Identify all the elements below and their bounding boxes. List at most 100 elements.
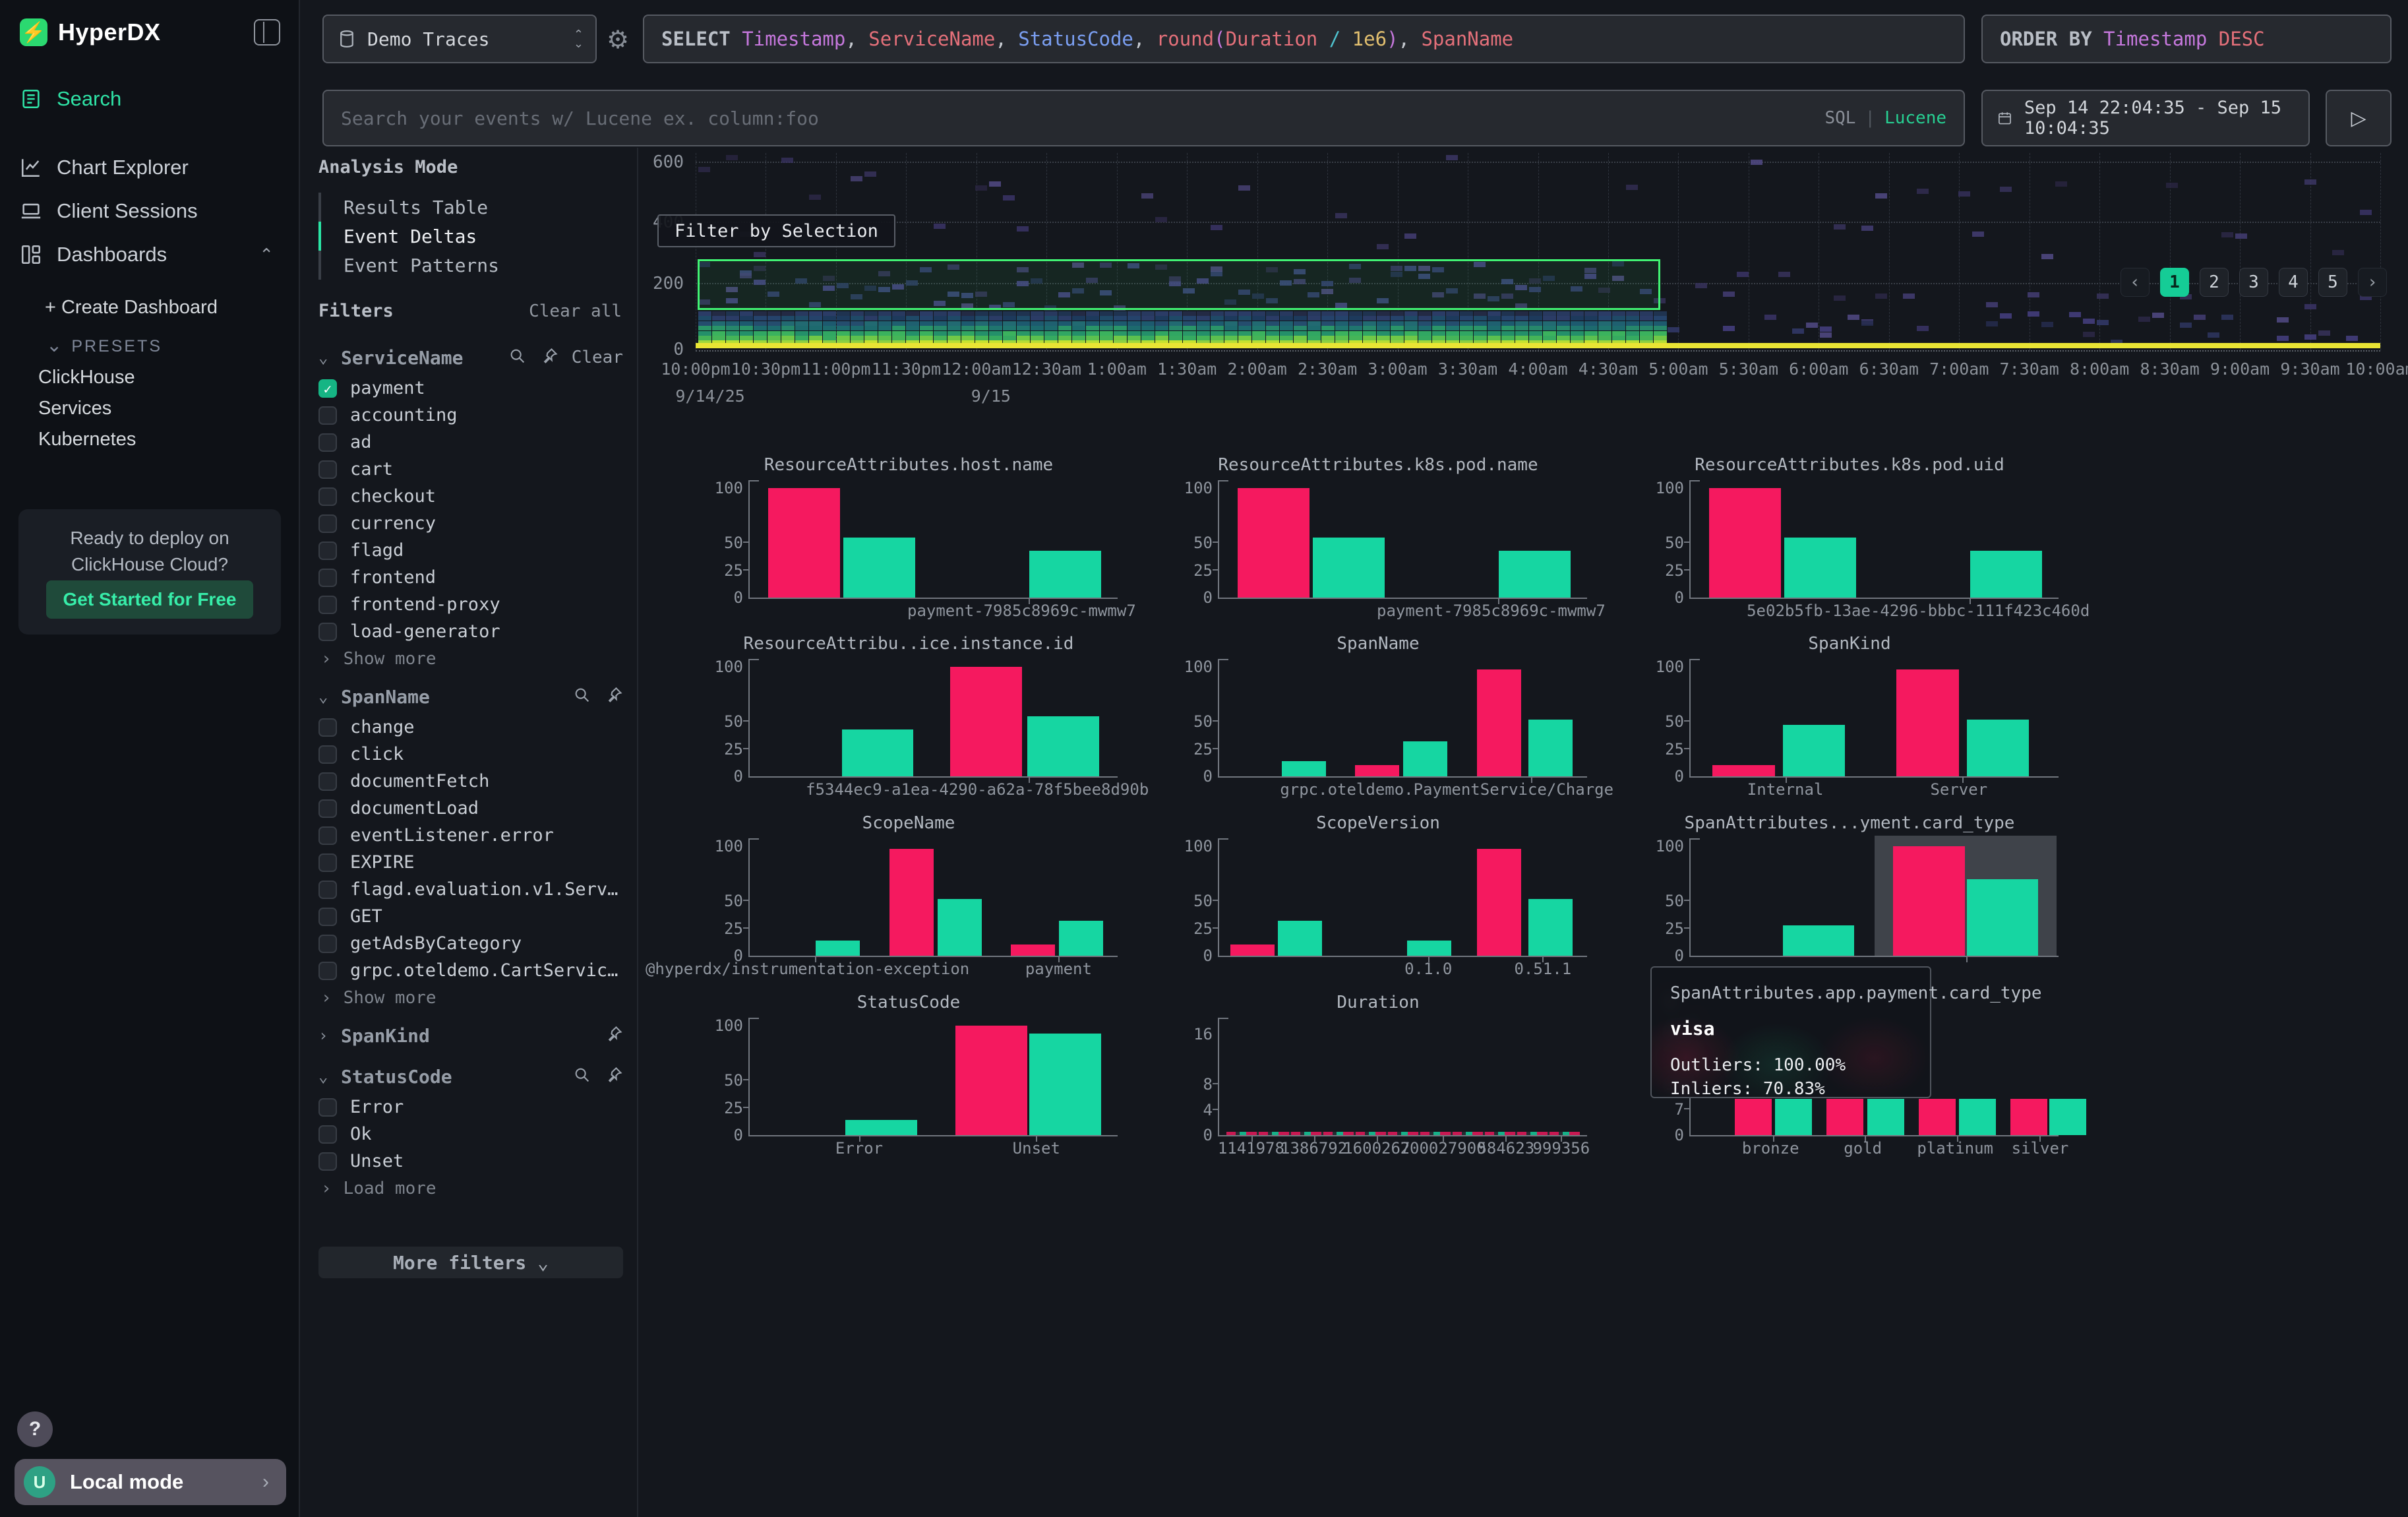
- checkbox-unchecked[interactable]: [318, 487, 337, 506]
- checkbox-unchecked[interactable]: [318, 935, 337, 953]
- filter-option-load-generator[interactable]: load-generator: [318, 618, 623, 645]
- filter-option-documentload[interactable]: documentLoad: [318, 795, 623, 822]
- presets-toggle[interactable]: ⌄PRESETS: [46, 334, 162, 357]
- gear-icon[interactable]: ⚙: [607, 25, 629, 55]
- inlier-bar[interactable]: [1528, 720, 1573, 776]
- heatmap-plot[interactable]: [696, 153, 2380, 350]
- show-more-button[interactable]: ›Show more: [318, 645, 623, 673]
- chevron-down-icon[interactable]: ⌄: [318, 1067, 341, 1086]
- filter-option-grpc-oteldemo-cartservic-[interactable]: grpc.oteldemo.CartServic…: [318, 957, 623, 984]
- outlier-bar[interactable]: [1893, 846, 1965, 956]
- filter-option-change[interactable]: change: [318, 714, 623, 741]
- inlier-bar[interactable]: [1407, 941, 1451, 956]
- inlier-bar[interactable]: [845, 1120, 917, 1135]
- inlier-bar[interactable]: [2049, 1099, 2086, 1135]
- outlier-bar[interactable]: [2010, 1099, 2047, 1135]
- filter-option-getadsbycategory[interactable]: getAdsByCategory: [318, 930, 623, 957]
- inlier-bar[interactable]: [1967, 720, 2030, 776]
- outlier-bar[interactable]: [950, 667, 1022, 776]
- filter-option-unset[interactable]: Unset: [318, 1148, 623, 1175]
- checkbox-unchecked[interactable]: [318, 745, 337, 764]
- sidebar-item-chart-explorer[interactable]: Chart Explorer: [20, 153, 280, 182]
- page-button-2[interactable]: 2: [2200, 268, 2229, 297]
- inlier-bar[interactable]: [816, 941, 860, 956]
- pin-trigger[interactable]: [540, 347, 558, 368]
- run-query-button[interactable]: ▷: [2326, 90, 2392, 146]
- sidebar-item-dashboards[interactable]: Dashboards⌃: [20, 240, 280, 269]
- sql-select-editor[interactable]: SELECT Timestamp, ServiceName, StatusCod…: [643, 15, 1965, 63]
- checkbox-unchecked[interactable]: [318, 569, 337, 587]
- inlier-bar[interactable]: [1528, 899, 1573, 956]
- checkbox-unchecked[interactable]: [318, 514, 337, 533]
- inlier-bar[interactable]: [1499, 551, 1571, 598]
- sidebar-collapse-icon[interactable]: [254, 19, 280, 46]
- sql-toggle[interactable]: SQL: [1824, 108, 1855, 128]
- filter-option-click[interactable]: click: [318, 741, 623, 768]
- filter-option-flagd-evaluation-v1-serv-[interactable]: flagd.evaluation.v1.Serv…: [318, 876, 623, 903]
- outlier-bar[interactable]: [768, 488, 840, 598]
- inlier-bar[interactable]: [1784, 538, 1856, 598]
- inlier-bar[interactable]: [938, 899, 982, 956]
- inlier-bar[interactable]: [1967, 879, 2039, 956]
- filter-group-header-spanname[interactable]: ⌄SpanName: [318, 679, 623, 714]
- inlier-bar[interactable]: [1959, 1099, 1996, 1135]
- checkbox-unchecked[interactable]: [318, 460, 337, 479]
- source-select[interactable]: Demo Traces ⌃⌄: [322, 15, 597, 63]
- filter-group-header-spankind[interactable]: ›SpanKind: [318, 1018, 623, 1053]
- inlier-bar[interactable]: [1970, 551, 2042, 598]
- inlier-bar[interactable]: [1029, 551, 1101, 598]
- chevron-down-icon[interactable]: ⌄: [318, 687, 341, 706]
- checkbox-unchecked[interactable]: [318, 881, 337, 899]
- show-more-button[interactable]: ›Show more: [318, 984, 623, 1012]
- preset-services[interactable]: Services: [38, 398, 111, 419]
- filter-option-eventlistener-error[interactable]: eventListener.error: [318, 822, 623, 849]
- mode-event-patterns[interactable]: Event Patterns: [318, 251, 622, 280]
- outlier-bar[interactable]: [1477, 669, 1521, 776]
- page-next-button[interactable]: ›: [2358, 268, 2387, 297]
- inlier-bar[interactable]: [1059, 921, 1103, 956]
- more-filters-button[interactable]: More filters ⌄: [318, 1247, 623, 1278]
- checkbox-unchecked[interactable]: [318, 623, 337, 641]
- filter-option-get[interactable]: GET: [318, 903, 623, 930]
- inlier-bar[interactable]: [1403, 741, 1447, 776]
- inlier-bar[interactable]: [1775, 1099, 1812, 1135]
- inlier-bar[interactable]: [1867, 1099, 1904, 1135]
- inlier-bar[interactable]: [1282, 761, 1326, 776]
- checkbox-unchecked[interactable]: [318, 1098, 337, 1117]
- chevron-right-icon[interactable]: ›: [318, 1026, 341, 1045]
- filter-option-error[interactable]: Error: [318, 1094, 623, 1121]
- outlier-bar[interactable]: [1919, 1099, 1956, 1135]
- outlier-bar[interactable]: [1712, 765, 1775, 776]
- filter-option-flagd[interactable]: flagd: [318, 537, 623, 564]
- filter-option-checkout[interactable]: checkout: [318, 483, 623, 510]
- checkbox-unchecked[interactable]: [318, 433, 337, 452]
- order-by-editor[interactable]: ORDER BY Timestamp DESC: [1981, 15, 2392, 63]
- language-toggle[interactable]: SQL | Lucene: [1824, 108, 1946, 128]
- outlier-bar[interactable]: [1355, 765, 1399, 776]
- help-button[interactable]: ?: [17, 1411, 53, 1447]
- mode-event-deltas[interactable]: Event Deltas: [318, 222, 622, 251]
- filter-option-frontend[interactable]: frontend: [318, 564, 623, 591]
- search-input[interactable]: [341, 108, 1824, 129]
- checkbox-checked[interactable]: ✓: [318, 379, 337, 398]
- inlier-bar[interactable]: [842, 729, 914, 776]
- mode-results-table[interactable]: Results Table: [318, 193, 622, 222]
- checkbox-unchecked[interactable]: [318, 799, 337, 818]
- preset-clickhouse[interactable]: ClickHouse: [38, 367, 135, 388]
- filter-group-header-statuscode[interactable]: ⌄StatusCode: [318, 1059, 623, 1094]
- chevron-down-icon[interactable]: ⌄: [318, 348, 341, 367]
- filter-option-cart[interactable]: cart: [318, 456, 623, 483]
- outlier-bar[interactable]: [1735, 1099, 1772, 1135]
- heatmap-selection[interactable]: [698, 259, 1660, 310]
- checkbox-unchecked[interactable]: [318, 718, 337, 737]
- outlier-bar[interactable]: [1230, 944, 1275, 956]
- checkbox-unchecked[interactable]: [318, 542, 337, 560]
- search-trigger[interactable]: [573, 1066, 591, 1087]
- checkbox-unchecked[interactable]: [318, 596, 337, 614]
- checkbox-unchecked[interactable]: [318, 908, 337, 926]
- local-mode-button[interactable]: U Local mode ›: [15, 1459, 286, 1505]
- inlier-bar[interactable]: [1029, 1034, 1101, 1135]
- filter-option-expire[interactable]: EXPIRE: [318, 849, 623, 876]
- clear-all-button[interactable]: Clear all: [529, 301, 622, 321]
- outlier-bar[interactable]: [1477, 849, 1521, 956]
